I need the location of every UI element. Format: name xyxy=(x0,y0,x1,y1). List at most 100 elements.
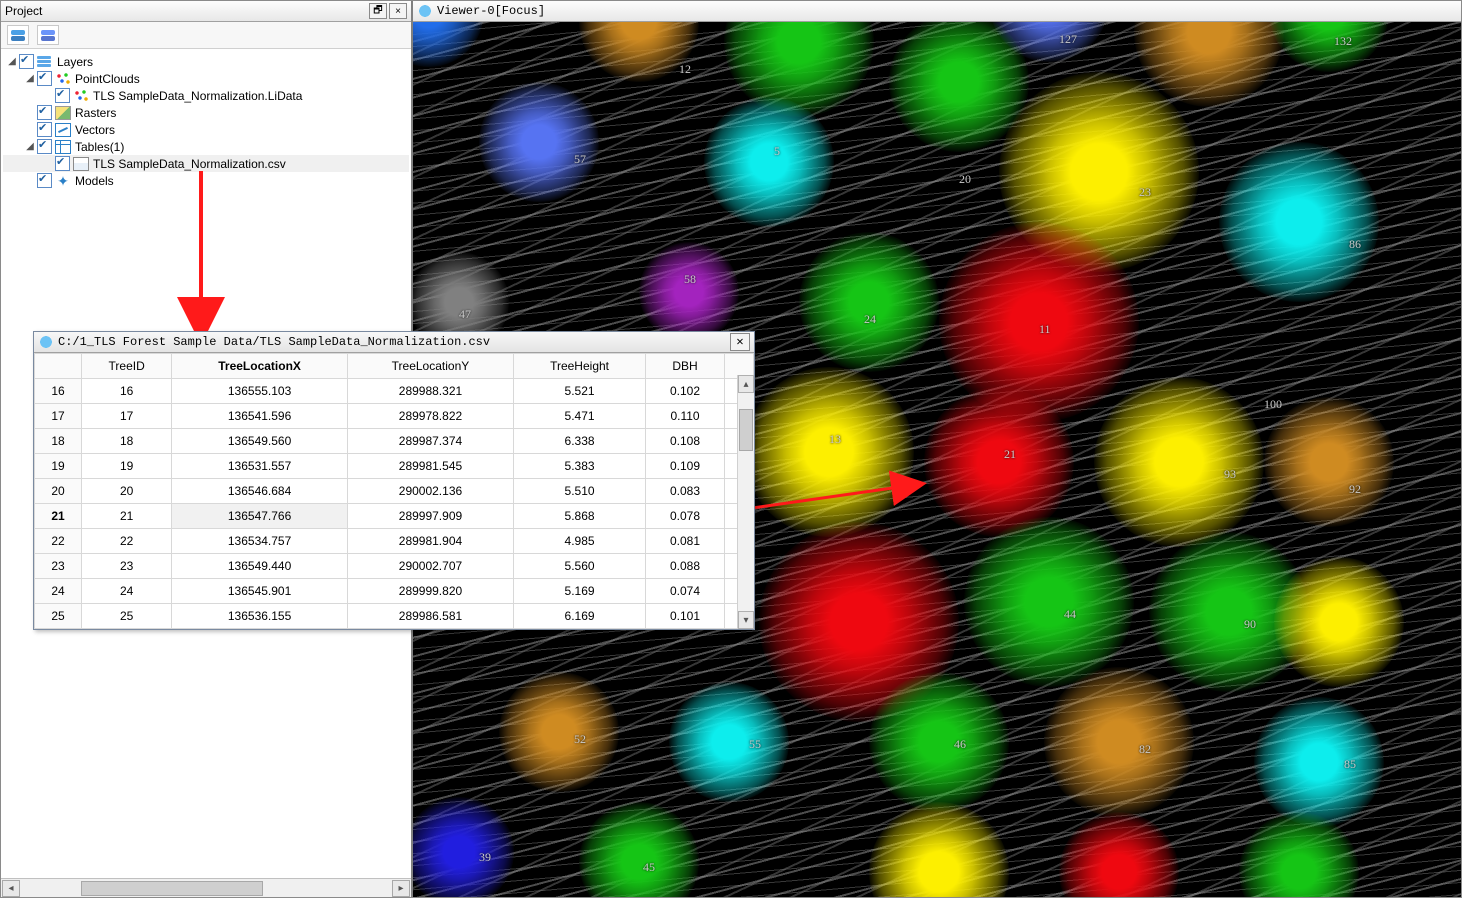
tree-cluster[interactable] xyxy=(479,82,599,202)
scroll-left-icon[interactable]: ◂ xyxy=(2,880,20,897)
tree-cluster[interactable] xyxy=(964,517,1134,687)
table-cell[interactable]: 0.108 xyxy=(646,429,725,454)
tree-cluster[interactable] xyxy=(869,672,1009,812)
viewer-title[interactable]: Viewer-0[Focus] xyxy=(413,1,1461,22)
table-cell[interactable]: 5.383 xyxy=(514,454,646,479)
tree-csv-item[interactable]: TLS SampleData_Normalization.csv xyxy=(3,155,409,172)
checkbox[interactable] xyxy=(37,173,52,188)
checkbox[interactable] xyxy=(55,88,70,103)
checkbox[interactable] xyxy=(37,122,52,137)
table-cell[interactable]: 6.169 xyxy=(514,604,646,629)
table-cell[interactable]: 136546.684 xyxy=(172,479,348,504)
checkbox[interactable] xyxy=(19,54,34,69)
scroll-up-icon[interactable]: ▴ xyxy=(738,375,754,393)
row-header[interactable]: 25 xyxy=(35,604,82,629)
layers-tool-2-icon[interactable] xyxy=(37,25,59,45)
table-cell[interactable]: 5.521 xyxy=(514,379,646,404)
table-cell[interactable]: 0.110 xyxy=(646,404,725,429)
table-cell[interactable]: 23 xyxy=(82,554,172,579)
tree-hscrollbar[interactable]: ◂ ▸ xyxy=(1,878,411,897)
table-cell[interactable]: 19 xyxy=(82,454,172,479)
table-row[interactable]: 2020136546.684290002.1365.5100.083 xyxy=(35,479,754,504)
row-header[interactable]: 16 xyxy=(35,379,82,404)
table-cell[interactable]: 21 xyxy=(82,504,172,529)
table-cell[interactable]: 20 xyxy=(82,479,172,504)
column-header[interactable]: TreeID xyxy=(82,354,172,379)
row-header[interactable]: 21 xyxy=(35,504,82,529)
table-cell[interactable]: 16 xyxy=(82,379,172,404)
table-cell[interactable]: 5.510 xyxy=(514,479,646,504)
table-cell[interactable]: 0.101 xyxy=(646,604,725,629)
tree-cluster[interactable] xyxy=(744,367,914,537)
table-cell[interactable]: 289987.374 xyxy=(347,429,513,454)
table-cell[interactable]: 136536.155 xyxy=(172,604,348,629)
twisty-icon[interactable]: ◢ xyxy=(23,72,37,86)
column-header[interactable]: TreeHeight xyxy=(514,354,646,379)
scroll-right-icon[interactable]: ▸ xyxy=(392,880,410,897)
twisty-icon[interactable]: ◢ xyxy=(23,140,37,154)
tree-cluster[interactable] xyxy=(639,242,739,342)
table-cell[interactable]: 136545.901 xyxy=(172,579,348,604)
tree-cluster[interactable] xyxy=(1219,142,1379,302)
table-cell[interactable]: 136534.757 xyxy=(172,529,348,554)
table-cell[interactable]: 289981.545 xyxy=(347,454,513,479)
row-header[interactable]: 18 xyxy=(35,429,82,454)
tree-cluster[interactable] xyxy=(1094,377,1264,547)
table-close-button[interactable]: ✕ xyxy=(730,333,750,351)
tree-cluster[interactable] xyxy=(669,682,789,802)
row-header[interactable]: 17 xyxy=(35,404,82,429)
scroll-thumb[interactable] xyxy=(739,409,753,451)
table-cell[interactable]: 289999.820 xyxy=(347,579,513,604)
checkbox[interactable] xyxy=(37,139,52,154)
table-cell[interactable]: 5.169 xyxy=(514,579,646,604)
table-cell[interactable]: 17 xyxy=(82,404,172,429)
row-header[interactable]: 20 xyxy=(35,479,82,504)
table-cell[interactable]: 0.102 xyxy=(646,379,725,404)
table-cell[interactable]: 289981.904 xyxy=(347,529,513,554)
table-cell[interactable]: 18 xyxy=(82,429,172,454)
twisty-icon[interactable]: ◢ xyxy=(5,55,19,69)
row-header[interactable]: 24 xyxy=(35,579,82,604)
table-row[interactable]: 1616136555.103289988.3215.5210.102 xyxy=(35,379,754,404)
checkbox[interactable] xyxy=(37,105,52,120)
table-row[interactable]: 2424136545.901289999.8205.1690.074 xyxy=(35,579,754,604)
table-cell[interactable]: 0.083 xyxy=(646,479,725,504)
table-cell[interactable]: 5.471 xyxy=(514,404,646,429)
table-window[interactable]: C:/1_TLS Forest Sample Data/TLS SampleDa… xyxy=(33,331,755,630)
tree-pointclouds[interactable]: ◢ PointClouds xyxy=(3,70,409,87)
table-cell[interactable]: 136547.766 xyxy=(172,504,348,529)
row-header[interactable]: 19 xyxy=(35,454,82,479)
table-vscrollbar[interactable]: ▴ ▾ xyxy=(737,375,754,629)
table-cell[interactable]: 25 xyxy=(82,604,172,629)
table-cell[interactable]: 289988.321 xyxy=(347,379,513,404)
table-title-bar[interactable]: C:/1_TLS Forest Sample Data/TLS SampleDa… xyxy=(34,332,754,353)
table-row[interactable]: 1919136531.557289981.5455.3830.109 xyxy=(35,454,754,479)
table-cell[interactable]: 0.078 xyxy=(646,504,725,529)
table-cell[interactable]: 0.081 xyxy=(646,529,725,554)
table-cell[interactable]: 136541.596 xyxy=(172,404,348,429)
checkbox[interactable] xyxy=(55,156,70,171)
checkbox[interactable] xyxy=(37,71,52,86)
scroll-down-icon[interactable]: ▾ xyxy=(738,611,754,629)
tree-rasters[interactable]: Rasters xyxy=(3,104,409,121)
table-cell[interactable]: 289986.581 xyxy=(347,604,513,629)
column-header[interactable]: TreeLocationX xyxy=(172,354,348,379)
tree-cluster[interactable] xyxy=(924,387,1074,537)
table-cell[interactable]: 290002.136 xyxy=(347,479,513,504)
tree-models[interactable]: ✦ Models xyxy=(3,172,409,189)
table-cell[interactable]: 0.088 xyxy=(646,554,725,579)
column-header[interactable]: TreeLocationY xyxy=(347,354,513,379)
table-row[interactable]: 2323136549.440290002.7075.5600.088 xyxy=(35,554,754,579)
tree-vectors[interactable]: Vectors xyxy=(3,121,409,138)
table-row[interactable]: 2525136536.155289986.5816.1690.101 xyxy=(35,604,754,629)
tree-cluster[interactable] xyxy=(499,672,619,792)
table-cell[interactable]: 136531.557 xyxy=(172,454,348,479)
project-panel-title[interactable]: Project 🗗 × xyxy=(1,1,411,22)
table-row[interactable]: 1717136541.596289978.8225.4710.110 xyxy=(35,404,754,429)
tree-cluster[interactable] xyxy=(1044,667,1194,817)
tree-tables[interactable]: ◢ Tables(1) xyxy=(3,138,409,155)
row-header[interactable]: 23 xyxy=(35,554,82,579)
table-cell[interactable]: 5.868 xyxy=(514,504,646,529)
table-row[interactable]: 2222136534.757289981.9044.9850.081 xyxy=(35,529,754,554)
table-cell[interactable]: 24 xyxy=(82,579,172,604)
